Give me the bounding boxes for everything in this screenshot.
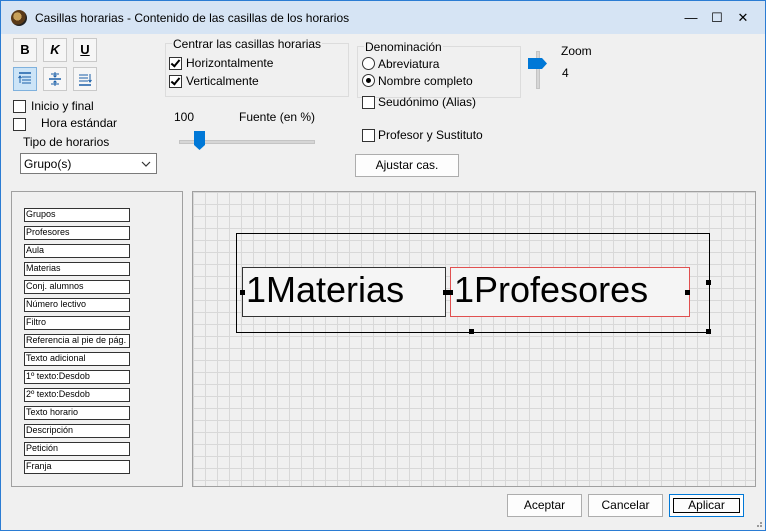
- denominacion-title: Denominación: [364, 40, 443, 54]
- align-top-icon: [18, 72, 31, 84]
- aplicar-label: Aplicar: [688, 498, 725, 512]
- field-item[interactable]: 2º texto:Desdob: [24, 388, 130, 402]
- slider-thumb-icon: [194, 131, 206, 150]
- hora-estandar-checkbox[interactable]: [13, 118, 26, 131]
- field-list: Grupos Profesores Aula Materias Conj. alumno…: [11, 191, 183, 487]
- resize-handle[interactable]: [448, 290, 453, 295]
- preview-field-profesores[interactable]: 1Profesores: [450, 267, 690, 317]
- field-item[interactable]: Referencia al pie de pág.: [24, 334, 130, 348]
- preview-field-materias[interactable]: 1Materias: [242, 267, 446, 317]
- app-clock-icon: [11, 10, 27, 26]
- seudonimo-checkbox[interactable]: [362, 96, 375, 109]
- field-item[interactable]: Filtro: [24, 316, 130, 330]
- align-middle-icon: [49, 72, 61, 86]
- fuente-label: Fuente (en %): [239, 110, 316, 124]
- align-middle-button[interactable]: [43, 67, 67, 91]
- vertical-label: Verticalmente: [186, 74, 259, 88]
- field-item[interactable]: 1º texto:Desdob: [24, 370, 130, 384]
- abreviatura-label: Abreviatura: [378, 57, 440, 71]
- field-item[interactable]: Grupos: [24, 208, 130, 222]
- align-bottom-button[interactable]: [73, 67, 97, 91]
- zoom-label: Zoom: [561, 44, 592, 58]
- field-item[interactable]: Franja: [24, 460, 130, 474]
- horizontal-label: Horizontalmente: [186, 56, 274, 70]
- resize-handle[interactable]: [469, 329, 474, 334]
- hora-estandar-label: Hora estándar: [41, 116, 118, 130]
- italic-button[interactable]: K: [43, 38, 67, 62]
- centrar-group: [165, 43, 349, 97]
- fuente-slider-thumb[interactable]: [194, 131, 206, 151]
- dialog-window: Casillas horarias - Contenido de las cas…: [0, 0, 766, 531]
- slider-thumb-icon: [528, 58, 547, 69]
- cancelar-button[interactable]: Cancelar: [588, 494, 663, 517]
- field-item[interactable]: Texto adicional: [24, 352, 130, 366]
- aplicar-button[interactable]: Aplicar: [669, 494, 744, 517]
- field-item[interactable]: Descripción: [24, 424, 130, 438]
- window-title: Casillas horarias - Contenido de las cas…: [35, 11, 350, 25]
- resize-handle[interactable]: [240, 290, 245, 295]
- field-item[interactable]: Número lectivo: [24, 298, 130, 312]
- abreviatura-radio[interactable]: [362, 57, 375, 70]
- tipo-horarios-value: Grupo(s): [24, 157, 72, 171]
- field-item[interactable]: Texto horario: [24, 406, 130, 420]
- close-button[interactable]: ✕: [729, 7, 757, 29]
- horizontal-checkbox[interactable]: [169, 57, 182, 70]
- zoom-slider-thumb[interactable]: [528, 58, 548, 69]
- underline-button[interactable]: U: [73, 38, 97, 62]
- centrar-title: Centrar las casillas horarias: [172, 37, 323, 51]
- zoom-value: 4: [562, 66, 569, 80]
- vertical-checkbox[interactable]: [169, 75, 182, 88]
- aceptar-button[interactable]: Aceptar: [507, 494, 582, 517]
- seudonimo-label: Seudónimo (Alias): [378, 95, 477, 109]
- profesor-sustituto-label: Profesor y Sustituto: [378, 128, 483, 142]
- field-item[interactable]: Conj. alumnos: [24, 280, 130, 294]
- title-bar[interactable]: Casillas horarias - Contenido de las cas…: [1, 1, 765, 34]
- resize-grip-icon[interactable]: [753, 518, 763, 528]
- nombre-completo-label: Nombre completo: [378, 74, 473, 88]
- field-item[interactable]: Profesores: [24, 226, 130, 240]
- resize-handle[interactable]: [685, 290, 690, 295]
- fuente-value: 100: [174, 110, 195, 124]
- field-item[interactable]: Aula: [24, 244, 130, 258]
- bold-button[interactable]: B: [13, 38, 37, 62]
- align-top-button[interactable]: [13, 67, 37, 91]
- preview-canvas[interactable]: 1Materias 1Profesores: [192, 191, 756, 487]
- profesor-sustituto-checkbox[interactable]: [362, 129, 375, 142]
- align-bottom-icon: [79, 74, 92, 86]
- inicio-final-label: Inicio y final: [31, 99, 94, 113]
- tipo-horarios-label: Tipo de horarios: [23, 135, 110, 149]
- resize-handle[interactable]: [706, 329, 711, 334]
- zoom-slider-track[interactable]: [536, 51, 540, 89]
- resize-handle[interactable]: [706, 280, 711, 285]
- tipo-horarios-select[interactable]: Grupo(s): [20, 153, 157, 174]
- chevron-down-icon: [141, 161, 151, 167]
- maximize-button[interactable]: ☐: [703, 7, 731, 29]
- inicio-final-checkbox[interactable]: [13, 100, 26, 113]
- nombre-completo-radio[interactable]: [362, 74, 375, 87]
- ajustar-button[interactable]: Ajustar cas.: [355, 154, 459, 177]
- minimize-button[interactable]: —: [677, 7, 705, 29]
- field-item[interactable]: Petición: [24, 442, 130, 456]
- field-item[interactable]: Materias: [24, 262, 130, 276]
